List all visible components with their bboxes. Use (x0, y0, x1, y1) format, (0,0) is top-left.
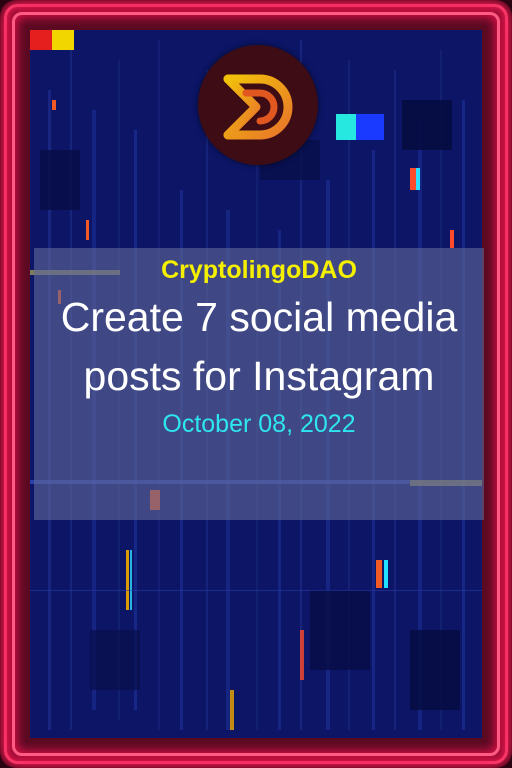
organization-name: CryptolingoDAO (161, 256, 357, 284)
task-card: CryptolingoDAO Create 7 social media pos… (0, 0, 512, 768)
cryptolingo-d-logo-icon (200, 47, 316, 163)
task-title: Create 7 social media posts for Instagra… (60, 294, 458, 399)
task-date: October 08, 2022 (162, 410, 356, 438)
task-banner: CryptolingoDAO Create 7 social media pos… (34, 248, 484, 520)
cryptolingo-logo (198, 45, 318, 165)
